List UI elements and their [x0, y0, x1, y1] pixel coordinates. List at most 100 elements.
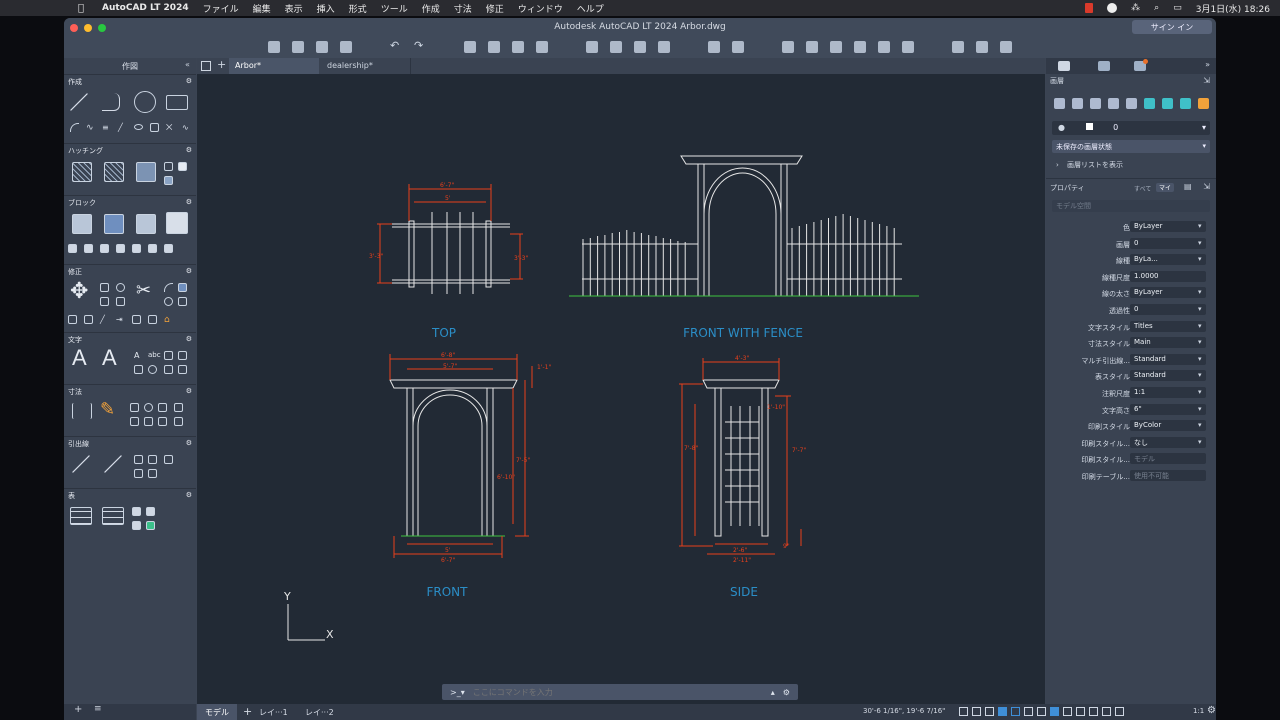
properties-mine-toggle[interactable]: マイ	[1156, 183, 1175, 192]
wifi-off-icon[interactable]: ⁂	[1131, 3, 1140, 13]
model-tab[interactable]: モデル	[197, 704, 237, 720]
layer-icon[interactable]	[830, 41, 842, 53]
property-value[interactable]: 使用不可能	[1130, 470, 1206, 481]
open-icon[interactable]	[292, 41, 304, 53]
layer-tool-4-icon[interactable]	[1108, 98, 1119, 109]
transparency-icon[interactable]	[1050, 707, 1059, 716]
new-tab-icon[interactable]: +	[217, 58, 226, 71]
properties-all-toggle[interactable]: すべて	[1134, 184, 1151, 193]
table-style-icon[interactable]	[132, 521, 141, 530]
block-tool-1-icon[interactable]	[68, 244, 77, 253]
offset-icon[interactable]	[164, 297, 173, 306]
chevron-down-icon[interactable]: ▾	[1198, 255, 1202, 263]
sign-in-button[interactable]: サイン イン	[1132, 20, 1212, 34]
collapse-inspector-icon[interactable]: »	[1205, 60, 1210, 69]
continue-dim-icon[interactable]	[130, 417, 139, 426]
align-leader-icon[interactable]	[134, 455, 143, 464]
zoom-window-icon[interactable]	[708, 41, 720, 53]
scale-readout[interactable]: 1:1	[1193, 707, 1204, 715]
section-header[interactable]: 文字 ⚙	[64, 333, 196, 345]
edit-table-icon[interactable]	[102, 507, 124, 525]
section-header[interactable]: 作成 ⚙	[64, 75, 196, 87]
gear-icon[interactable]: ⚙	[186, 198, 192, 206]
chevron-down-icon[interactable]: ▾	[1198, 239, 1202, 247]
image-icon[interactable]	[164, 176, 173, 185]
undo-icon[interactable]: ↶	[390, 39, 402, 52]
chevron-down-icon[interactable]: ▾	[1198, 222, 1202, 230]
collapse-palette-icon[interactable]: «	[185, 60, 190, 69]
menu-format[interactable]: 形式	[349, 2, 367, 15]
gear-icon[interactable]: ⚙	[186, 387, 192, 395]
property-value[interactable]: ByLa...	[1130, 254, 1206, 266]
spell-check-icon[interactable]: abc	[148, 351, 161, 360]
block-icon[interactable]	[658, 41, 670, 53]
audit-icon[interactable]	[902, 41, 914, 53]
section-header[interactable]: 引出線 ⚙	[64, 437, 196, 449]
save-icon[interactable]	[316, 41, 328, 53]
page-setup-icon[interactable]	[536, 41, 548, 53]
image-attach-icon[interactable]	[610, 41, 622, 53]
stretch-icon[interactable]	[68, 315, 77, 324]
chevron-down-icon[interactable]: ▾	[1198, 405, 1202, 413]
property-value[interactable]: ByLayer	[1130, 287, 1206, 299]
copy-icon[interactable]	[100, 283, 109, 292]
command-history-icon[interactable]: ▴	[771, 688, 775, 697]
chevron-down-icon[interactable]: ▾	[1198, 305, 1202, 313]
text-tool-1-icon[interactable]: A	[134, 351, 143, 360]
edit-block-icon[interactable]	[136, 214, 156, 234]
find-text-icon[interactable]	[148, 365, 157, 374]
center-mark-icon[interactable]	[174, 417, 183, 426]
section-header[interactable]: 表 ⚙	[64, 489, 196, 501]
front-view-drawing[interactable]	[389, 379, 518, 536]
pan-icon[interactable]	[732, 41, 744, 53]
drawing-canvas[interactable]: 6'-7" 5' 3'-3" 3'-3" 6'-8" 5'-7" 1'-1" 7…	[197, 74, 1045, 704]
polygon-icon[interactable]	[150, 123, 159, 132]
tab-arbor[interactable]: Arbor*	[229, 58, 319, 74]
block-tool-6-icon[interactable]	[148, 244, 157, 253]
batch-plot-icon[interactable]	[488, 41, 500, 53]
menu-modify[interactable]: 修正	[486, 2, 504, 15]
layer-tool-9-icon[interactable]	[1198, 98, 1209, 109]
layout1-tab[interactable]: レイ···1	[259, 707, 288, 718]
collect-leader-icon[interactable]	[148, 455, 157, 464]
chevron-down-icon[interactable]: ▾	[1198, 421, 1202, 429]
arc-icon[interactable]	[70, 123, 79, 132]
scale-icon[interactable]	[84, 315, 93, 324]
publish-icon[interactable]	[512, 41, 524, 53]
share-icon[interactable]	[976, 41, 988, 53]
ortho-icon[interactable]	[985, 707, 994, 716]
properties-settings-icon[interactable]: ▤	[1184, 182, 1192, 191]
snap-icon[interactable]	[972, 707, 981, 716]
pdf-import-icon[interactable]	[634, 41, 646, 53]
section-header[interactable]: 寸法 ⚙	[64, 385, 196, 397]
property-value[interactable]: 1.0000	[1130, 270, 1206, 282]
property-value[interactable]: ByColor	[1130, 420, 1206, 432]
menu-edit[interactable]: 編集	[253, 2, 271, 15]
add-layout-icon[interactable]: +	[243, 705, 252, 718]
layer-state-dropdown[interactable]: 未保存の画層状態 ▾	[1052, 140, 1210, 153]
property-value[interactable]: 1:1	[1130, 387, 1206, 398]
wipeout-icon[interactable]	[178, 162, 187, 171]
add-leader-icon[interactable]	[104, 455, 122, 473]
chevron-down-icon[interactable]: ▾	[1198, 322, 1202, 330]
ellipse-icon[interactable]	[134, 124, 143, 130]
radius-dim-icon[interactable]	[158, 403, 167, 412]
layer-tool-7-icon[interactable]	[1162, 98, 1173, 109]
block-tool-4-icon[interactable]	[116, 244, 125, 253]
plot-icon[interactable]	[464, 41, 476, 53]
selection-cycling-icon[interactable]	[1063, 707, 1072, 716]
gear-icon[interactable]: ⚙	[186, 335, 192, 343]
gear-icon[interactable]: ⚙	[186, 439, 192, 447]
palette-menu-icon[interactable]: ≡	[94, 704, 102, 714]
construction-line-icon[interactable]: ╱	[118, 123, 127, 132]
aligned-dim-icon[interactable]	[130, 403, 139, 412]
break-icon[interactable]: ⇥	[116, 315, 125, 324]
annotation-visibility-icon[interactable]	[1076, 707, 1085, 716]
annotation-scale-icon[interactable]	[1102, 707, 1111, 716]
menu-window[interactable]: ウィンドウ	[518, 2, 563, 15]
insert-block-icon[interactable]	[72, 214, 92, 234]
circle-icon[interactable]	[134, 91, 156, 113]
block-tool-7-icon[interactable]	[164, 244, 173, 253]
property-value[interactable]: 0	[1130, 304, 1206, 315]
coordinate-readout[interactable]: 30'-6 1/16", 19'-6 7/16"	[863, 707, 945, 715]
